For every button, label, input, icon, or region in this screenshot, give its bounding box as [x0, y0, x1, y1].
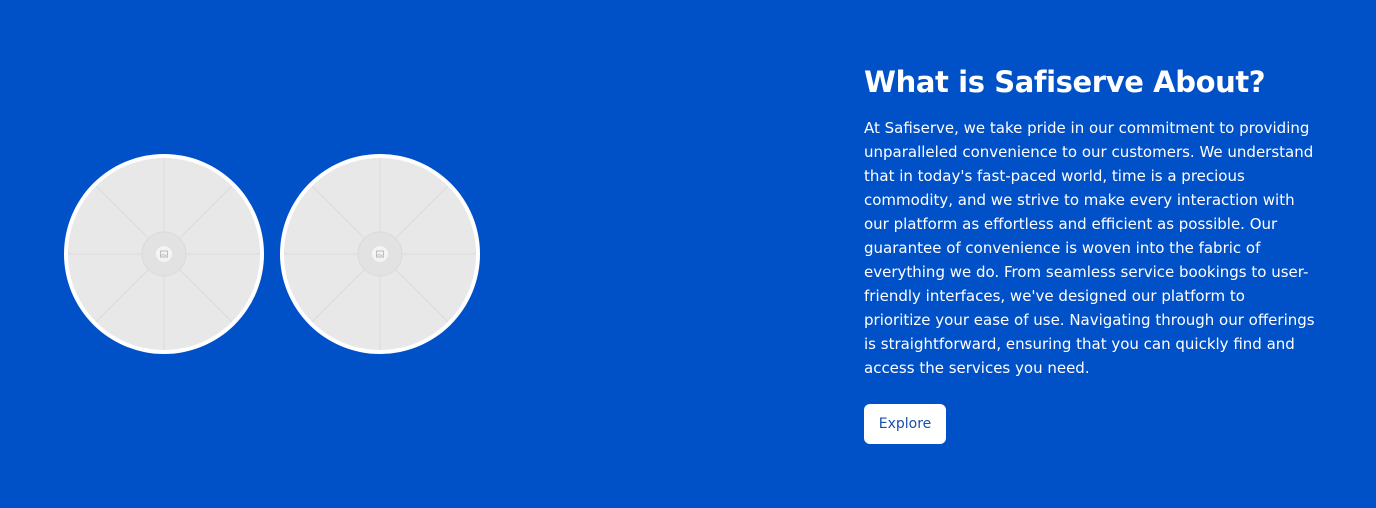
about-content: What is Safiserve About? At Safiserve, w…: [864, 62, 1316, 380]
circle-image-2: [280, 154, 480, 354]
image-placeholder-icon: [284, 158, 476, 350]
about-description: At Safiserve, we take pride in our commi…: [864, 119, 1315, 377]
about-section: What is Safiserve About? At Safiserve, w…: [0, 0, 1376, 508]
circle-image-1: [64, 154, 264, 354]
image-placeholder-icon: [68, 158, 260, 350]
image-placeholder: [284, 158, 476, 350]
explore-button[interactable]: Explore: [864, 404, 946, 444]
section-title: What is Safiserve About?: [864, 65, 1266, 99]
image-placeholder: [68, 158, 260, 350]
image-group: [64, 154, 484, 354]
